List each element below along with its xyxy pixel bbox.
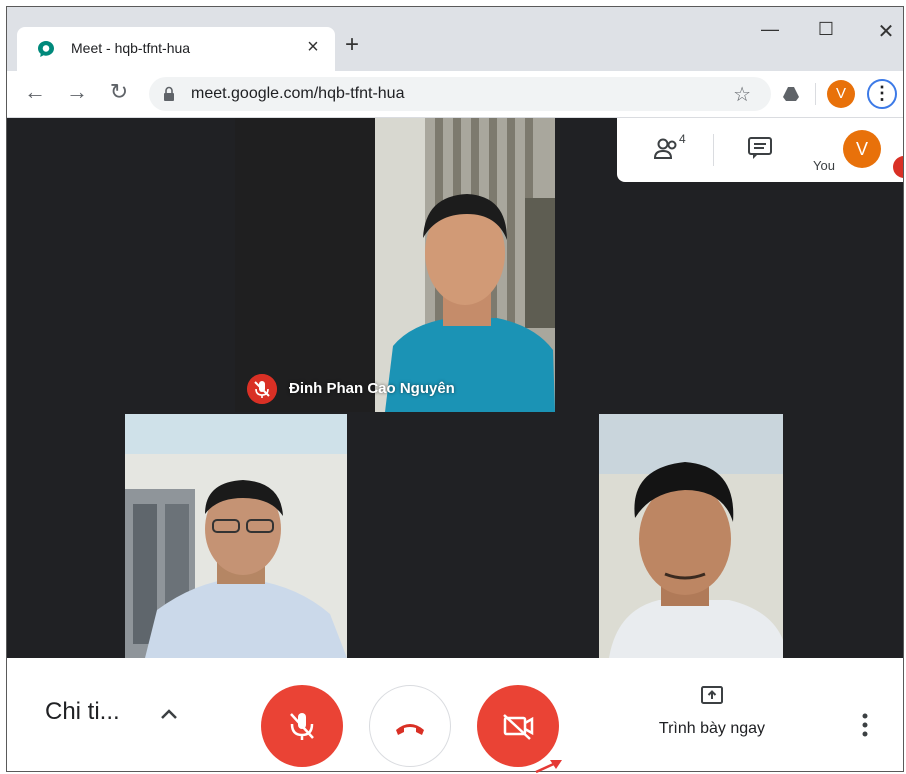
star-icon[interactable]: ☆ — [733, 82, 751, 107]
speaker-name: Đinh Phan Cao Nguyên — [289, 380, 455, 397]
meeting-top-panel: 4 You V — [617, 118, 903, 182]
forward-icon[interactable]: → — [63, 79, 91, 105]
browser-window: Meet - hqb-tfnt-hua × + — ☐ ✕ ← → ↻ meet… — [6, 6, 904, 772]
browser-toolbar: ← → ↻ meet.google.com/hqb-tfnt-hua ☆ V ⋮ — [7, 71, 903, 118]
url-text: meet.google.com/hqb-tfnt-hua — [191, 85, 405, 102]
chevron-up-icon[interactable] — [157, 702, 181, 726]
present-label: Trình bày ngay — [658, 720, 766, 737]
mic-off-icon — [247, 374, 277, 404]
address-bar[interactable]: meet.google.com/hqb-tfnt-hua ☆ — [149, 77, 771, 111]
participant-video — [235, 118, 555, 412]
chat-icon[interactable] — [747, 136, 773, 160]
camera-toggle-button[interactable] — [477, 685, 559, 767]
maximize-icon[interactable]: ☐ — [811, 19, 841, 40]
video-tile-bottom-left[interactable] — [125, 414, 347, 658]
tab-title: Meet - hqb-tfnt-hua — [71, 40, 191, 56]
profile-avatar[interactable]: V — [827, 80, 855, 108]
mic-off-icon — [290, 713, 314, 740]
present-icon — [701, 686, 723, 704]
minimize-icon[interactable]: — — [755, 19, 785, 40]
plus-icon[interactable]: + — [345, 31, 359, 59]
more-vert-icon[interactable]: ⋮ — [867, 79, 897, 109]
people-icon[interactable] — [653, 136, 681, 162]
close-window-icon[interactable]: ✕ — [871, 19, 901, 44]
participant-count: 4 — [679, 132, 686, 146]
lock-icon — [164, 86, 174, 101]
toolbar-separator — [815, 83, 816, 105]
self-mic-off-icon — [893, 156, 903, 178]
control-bar: Chi ti... Trình bày ngay — [7, 658, 903, 771]
meet-icon — [38, 41, 54, 57]
self-label: You — [813, 158, 835, 173]
video-tile-top[interactable] — [235, 118, 555, 412]
extension-icon[interactable] — [781, 84, 801, 104]
self-avatar[interactable]: V — [843, 130, 881, 168]
close-icon[interactable]: × — [301, 36, 325, 59]
reload-icon[interactable]: ↻ — [105, 79, 133, 105]
video-tile-bottom-right[interactable] — [599, 414, 783, 658]
browser-tab[interactable]: Meet - hqb-tfnt-hua × — [17, 27, 335, 71]
camera-off-icon — [503, 714, 534, 740]
mic-toggle-button[interactable] — [261, 685, 343, 767]
participant-video — [599, 414, 783, 658]
back-icon[interactable]: ← — [21, 79, 49, 105]
panel-separator — [713, 134, 714, 166]
meeting-grid: 4 You V Đinh Phan Cao Nguyên — [7, 118, 903, 658]
annotation-arrow — [535, 760, 562, 774]
more-vert-icon[interactable] — [862, 713, 868, 737]
tab-strip: Meet - hqb-tfnt-hua × + — ☐ ✕ — [7, 7, 903, 71]
hang-up-icon — [396, 724, 424, 735]
participant-video — [125, 414, 347, 658]
present-now-button[interactable]: Trình bày ngay — [637, 684, 787, 738]
hang-up-button[interactable] — [369, 685, 451, 767]
meeting-details-button[interactable]: Chi ti... — [45, 698, 120, 726]
